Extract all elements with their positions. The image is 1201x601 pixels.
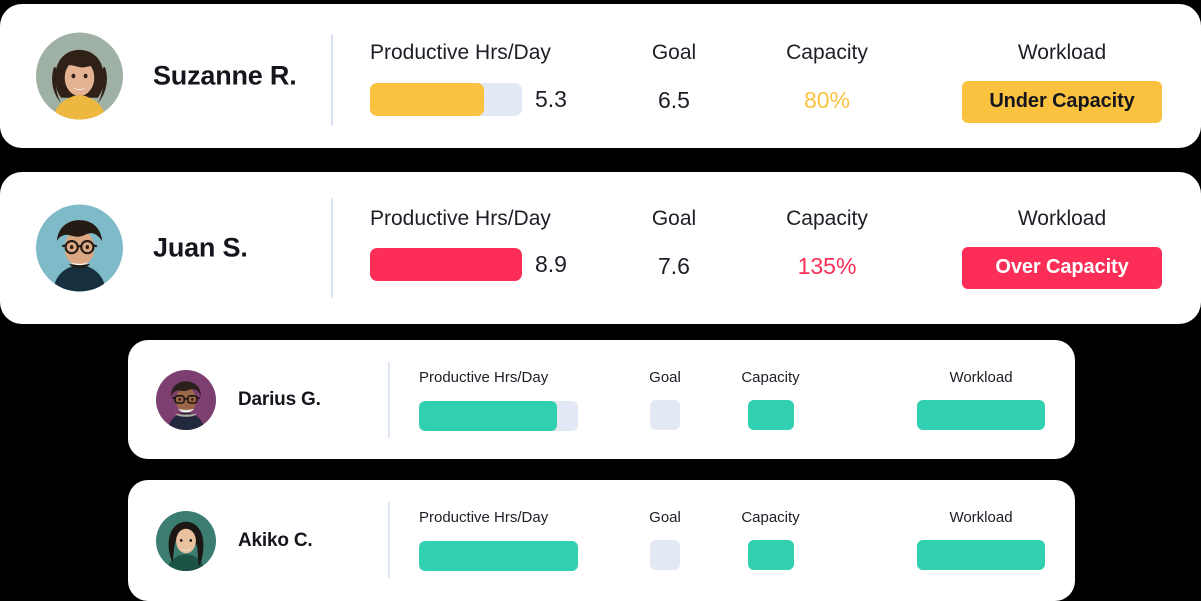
- productive-hours-bar-row: [419, 401, 578, 431]
- employee-card-juan[interactable]: Juan S. Productive Hrs/Day 8.9 Goal 7.6 …: [0, 172, 1201, 324]
- metric-label-capacity: Capacity: [713, 510, 828, 525]
- avatar: [36, 33, 123, 120]
- goal-skeleton-placeholder: [650, 540, 680, 570]
- metric-goal: Goal 6.5: [610, 42, 738, 112]
- capacity-value: 80%: [763, 89, 891, 112]
- avatar: [156, 511, 216, 571]
- avatar: [36, 205, 123, 292]
- metric-productive-hours: Productive Hrs/Day: [419, 510, 548, 525]
- metric-workload: Workload: [906, 370, 1056, 430]
- section-divider: [388, 362, 390, 438]
- metric-capacity: Capacity 80%: [763, 42, 891, 112]
- metric-label-productive: Productive Hrs/Day: [419, 370, 548, 385]
- metric-label-productive: Productive Hrs/Day: [419, 510, 548, 525]
- metric-label-capacity: Capacity: [763, 42, 891, 63]
- metric-label-workload: Workload: [906, 370, 1056, 385]
- productive-hours-bar-track: [370, 248, 522, 281]
- metric-productive-hours: Productive Hrs/Day: [419, 370, 548, 385]
- employee-name: Suzanne R.: [153, 61, 297, 92]
- employee-name: Darius G.: [238, 389, 321, 411]
- metric-goal: Goal 7.6: [610, 208, 738, 278]
- avatar: [156, 370, 216, 430]
- productive-hours-bar-row: [419, 541, 578, 571]
- workload-status-badge[interactable]: Over Capacity: [962, 247, 1162, 289]
- metric-label-goal: Goal: [633, 370, 697, 385]
- metric-label-goal: Goal: [610, 208, 738, 229]
- employee-identity: Akiko C.: [156, 511, 312, 571]
- employee-identity: Darius G.: [156, 370, 321, 430]
- workload-status-badge[interactable]: Under Capacity: [962, 81, 1162, 123]
- capacity-value: 135%: [763, 255, 891, 278]
- employee-card-darius[interactable]: Darius G. Productive Hrs/Day Goal Capaci…: [128, 340, 1075, 459]
- productive-hours-bar-track: [419, 401, 578, 431]
- productive-hours-bar-fill: [370, 248, 522, 281]
- metric-productive-hours: Productive Hrs/Day: [370, 42, 551, 63]
- workload-dashboard: Suzanne R. Productive Hrs/Day 5.3 Goal 6…: [0, 0, 1201, 601]
- employee-name: Akiko C.: [238, 530, 312, 552]
- employee-card-suzanne[interactable]: Suzanne R. Productive Hrs/Day 5.3 Goal 6…: [0, 4, 1201, 148]
- productive-hours-bar-row: 8.9: [370, 248, 567, 281]
- workload-skeleton-placeholder: [917, 540, 1045, 570]
- productive-hours-bar-fill: [419, 401, 557, 431]
- employee-name: Juan S.: [153, 233, 248, 264]
- goal-value: 6.5: [610, 89, 738, 112]
- productive-hours-bar-track: [419, 541, 578, 571]
- section-divider: [331, 198, 333, 298]
- capacity-skeleton-placeholder: [748, 400, 794, 430]
- employee-identity: Juan S.: [36, 205, 248, 292]
- metric-capacity: Capacity: [713, 370, 828, 430]
- metric-label-workload: Workload: [962, 42, 1162, 63]
- metric-label-capacity: Capacity: [763, 208, 891, 229]
- metric-productive-hours: Productive Hrs/Day: [370, 208, 551, 229]
- metric-goal: Goal: [633, 370, 697, 430]
- capacity-skeleton-placeholder: [748, 540, 794, 570]
- metric-capacity: Capacity: [713, 510, 828, 570]
- productive-hours-bar-fill: [370, 83, 484, 116]
- metric-label-productive: Productive Hrs/Day: [370, 42, 551, 63]
- employee-identity: Suzanne R.: [36, 33, 297, 120]
- metric-goal: Goal: [633, 510, 697, 570]
- metric-label-goal: Goal: [633, 510, 697, 525]
- metric-workload: Workload Under Capacity: [962, 42, 1162, 123]
- metric-capacity: Capacity 135%: [763, 208, 891, 278]
- metric-label-workload: Workload: [962, 208, 1162, 229]
- metric-label-productive: Productive Hrs/Day: [370, 208, 551, 229]
- employee-card-akiko[interactable]: Akiko C. Productive Hrs/Day Goal Capacit…: [128, 480, 1075, 601]
- productive-hours-value: 5.3: [535, 88, 567, 111]
- metric-workload: Workload Over Capacity: [962, 208, 1162, 289]
- productive-hours-bar-row: 5.3: [370, 83, 567, 116]
- metric-workload: Workload: [906, 510, 1056, 570]
- goal-value: 7.6: [610, 255, 738, 278]
- productive-hours-value: 8.9: [535, 253, 567, 276]
- metric-label-capacity: Capacity: [713, 370, 828, 385]
- metric-label-workload: Workload: [906, 510, 1056, 525]
- section-divider: [331, 34, 333, 126]
- section-divider: [388, 502, 390, 578]
- goal-skeleton-placeholder: [650, 400, 680, 430]
- productive-hours-bar-fill: [419, 541, 578, 571]
- workload-skeleton-placeholder: [917, 400, 1045, 430]
- metric-label-goal: Goal: [610, 42, 738, 63]
- productive-hours-bar-track: [370, 83, 522, 116]
